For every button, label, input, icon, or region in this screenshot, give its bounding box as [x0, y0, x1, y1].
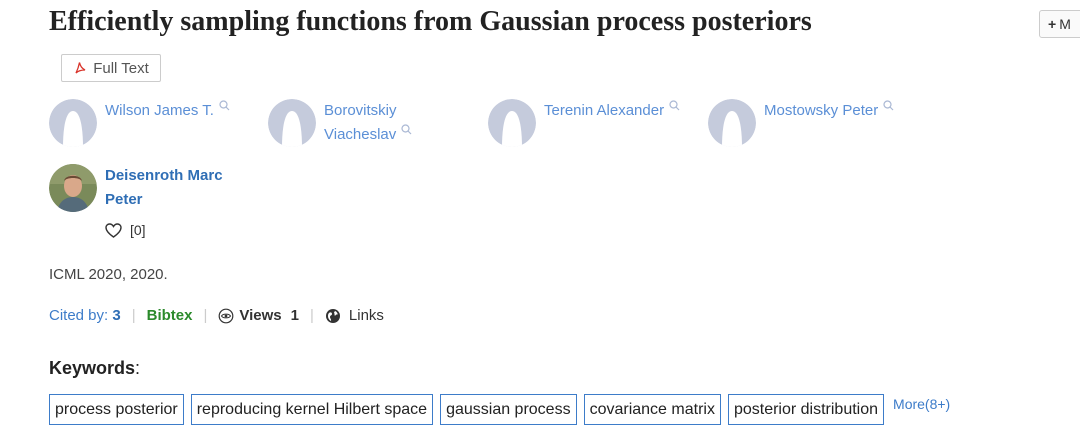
- search-icon[interactable]: [883, 100, 894, 111]
- author-borovitskiy[interactable]: Borovitskiy Viacheslav: [268, 99, 412, 147]
- author-name-line2[interactable]: Peter: [105, 188, 223, 212]
- like-button[interactable]: [0]: [105, 222, 146, 238]
- avatar-placeholder: [49, 99, 97, 147]
- bibtex-link[interactable]: Bibtex: [147, 307, 193, 324]
- author-wilson[interactable]: Wilson James T.: [49, 99, 230, 147]
- author-mostowsky[interactable]: Mostowsky Peter: [708, 99, 894, 147]
- eye-icon: [218, 308, 234, 323]
- keyword-tag[interactable]: covariance matrix: [583, 394, 721, 425]
- keyword-list: process posterior reproducing kernel Hil…: [49, 394, 950, 425]
- avatar-placeholder: [708, 99, 756, 147]
- venue: ICML 2020, 2020.: [49, 266, 168, 283]
- cited-by-label: Cited by:: [49, 307, 109, 324]
- search-icon[interactable]: [669, 100, 680, 111]
- divider: |: [309, 307, 314, 324]
- like-count: [0]: [130, 222, 146, 238]
- keyword-tag[interactable]: process posterior: [49, 394, 184, 425]
- author-name-line2[interactable]: Viacheslav: [324, 126, 396, 143]
- search-icon[interactable]: [401, 124, 412, 135]
- globe-icon: [325, 308, 340, 323]
- author-name[interactable]: Borovitskiy: [324, 99, 412, 123]
- paper-title: Efficiently sampling functions from Gaus…: [49, 6, 812, 37]
- cited-by-link[interactable]: Cited by: 3: [49, 307, 121, 324]
- keywords-heading-text: Keywords: [49, 358, 136, 378]
- avatar-placeholder: [488, 99, 536, 147]
- heart-icon[interactable]: [105, 222, 122, 238]
- add-more-button[interactable]: + M: [1039, 10, 1080, 38]
- search-icon[interactable]: [219, 100, 230, 111]
- author-name[interactable]: Mostowsky Peter: [764, 102, 878, 119]
- links-label: Links: [348, 307, 384, 324]
- pdf-icon: [75, 62, 86, 74]
- divider: |: [203, 307, 208, 324]
- author-deisenroth[interactable]: Deisenroth Marc Peter: [49, 164, 223, 212]
- links-button[interactable]: Links: [325, 307, 384, 324]
- avatar-placeholder: [268, 99, 316, 147]
- author-name[interactable]: Deisenroth Marc: [105, 164, 223, 188]
- full-text-label: Full Text: [93, 59, 149, 77]
- avatar-photo: [49, 164, 97, 212]
- divider: |: [131, 307, 136, 324]
- cited-by-count: 3: [112, 307, 121, 324]
- keywords-heading-colon: :: [135, 358, 141, 378]
- author-name[interactable]: Wilson James T.: [105, 102, 214, 119]
- keywords-more-link[interactable]: More(8+): [893, 396, 950, 412]
- views-label: Views: [239, 307, 282, 324]
- author-name[interactable]: Terenin Alexander: [544, 102, 664, 119]
- keyword-tag[interactable]: reproducing kernel Hilbert space: [190, 394, 434, 425]
- more-button-label: M: [1059, 16, 1071, 32]
- keyword-tag[interactable]: posterior distribution: [727, 394, 885, 425]
- full-text-button[interactable]: Full Text: [61, 54, 161, 82]
- views-count: 1: [290, 307, 299, 324]
- paper-meta-bar: Cited by: 3 | Bibtex | Views 1 | Links: [49, 307, 384, 324]
- plus-icon: +: [1048, 16, 1057, 32]
- keywords-heading: Keywords:: [49, 358, 140, 379]
- author-terenin[interactable]: Terenin Alexander: [488, 99, 680, 147]
- keyword-tag[interactable]: gaussian process: [440, 394, 577, 425]
- views-indicator: Views 1: [218, 307, 299, 324]
